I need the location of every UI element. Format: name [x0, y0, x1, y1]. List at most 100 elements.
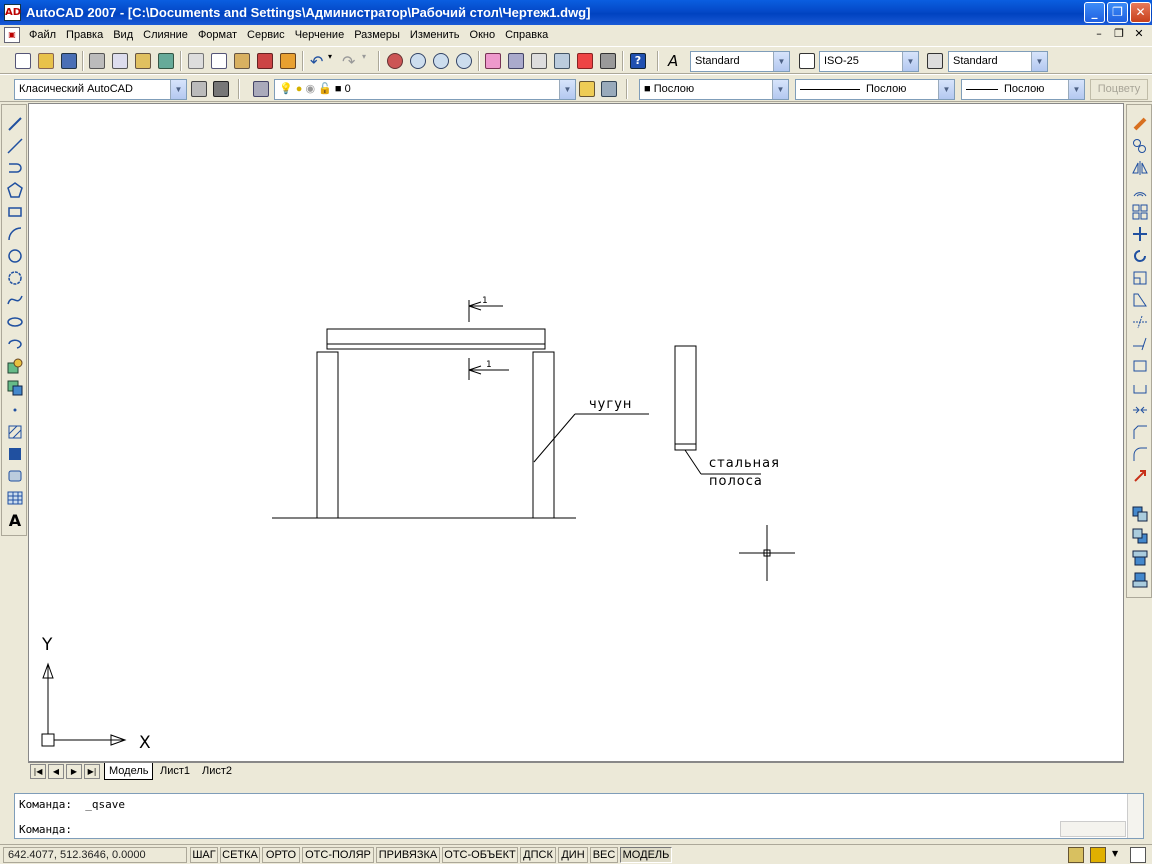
command-window[interactable]: Команда: _qsave Команда: — [14, 793, 1144, 839]
close-button[interactable]: ✕ — [1130, 2, 1151, 23]
construction-line-icon[interactable] — [6, 137, 24, 155]
menu-modify[interactable]: Изменить — [405, 29, 465, 41]
document-icon[interactable]: ▣ — [4, 27, 20, 43]
open-file-icon[interactable] — [37, 52, 55, 70]
break-at-point-icon[interactable] — [1131, 357, 1149, 375]
design-center-icon[interactable] — [507, 52, 525, 70]
revision-cloud-icon[interactable] — [6, 269, 24, 287]
text-style-select[interactable]: Standard ▼ — [690, 51, 790, 72]
trim-icon[interactable] — [1131, 313, 1149, 331]
menu-edit[interactable]: Правка — [61, 29, 108, 41]
doc-minimize-button[interactable]: – — [1092, 27, 1106, 40]
3d-dwf-icon[interactable] — [157, 52, 175, 70]
point-icon[interactable] — [6, 401, 24, 419]
menu-file[interactable]: Файл — [24, 29, 61, 41]
autocad-app-icon[interactable]: AD — [4, 4, 21, 21]
save-icon[interactable] — [60, 52, 78, 70]
insert-block-icon[interactable] — [6, 357, 24, 375]
array-icon[interactable] — [1131, 203, 1149, 221]
mirror-icon[interactable] — [1131, 159, 1149, 177]
publish-icon[interactable] — [134, 52, 152, 70]
make-object-layer-current-icon[interactable] — [578, 80, 596, 98]
tool-palettes-icon[interactable] — [530, 52, 548, 70]
move-icon[interactable] — [1131, 225, 1149, 243]
menu-format[interactable]: Формат — [193, 29, 242, 41]
tab-model[interactable]: Модель — [104, 763, 154, 780]
send-to-back-icon[interactable] — [1131, 527, 1149, 545]
otrack-toggle[interactable]: ОТС-ОБЪЕКТ — [442, 847, 518, 863]
polyline-icon[interactable] — [6, 159, 24, 177]
layer-properties-icon[interactable] — [252, 80, 270, 98]
dimension-style-select[interactable]: ISO-25 ▼ — [819, 51, 919, 72]
join-icon[interactable] — [1131, 401, 1149, 419]
table-icon[interactable] — [6, 489, 24, 507]
ellipse-arc-icon[interactable] — [6, 335, 24, 353]
my-workspace-icon[interactable] — [212, 80, 230, 98]
snap-toggle[interactable]: ШАГ — [190, 847, 218, 863]
next-tab-button[interactable]: ▶ — [66, 764, 82, 779]
scale-icon[interactable] — [1131, 269, 1149, 287]
menu-dimension[interactable]: Размеры — [349, 29, 405, 41]
menu-merge[interactable]: Слияние — [138, 29, 193, 41]
ellipse-icon[interactable] — [6, 313, 24, 331]
menu-help[interactable]: Справка — [500, 29, 553, 41]
match-properties-icon[interactable] — [256, 52, 274, 70]
command-scrollbar[interactable] — [1127, 794, 1143, 838]
chamfer-icon[interactable] — [1131, 423, 1149, 441]
prev-tab-button[interactable]: ◀ — [48, 764, 64, 779]
make-block-icon[interactable] — [6, 379, 24, 397]
multiline-text-icon[interactable]: A — [6, 511, 24, 530]
ortho-toggle[interactable]: ОРТО — [262, 847, 300, 863]
layer-previous-icon[interactable] — [600, 80, 618, 98]
dyn-toggle[interactable]: ДИН — [558, 847, 588, 863]
circle-icon[interactable] — [6, 247, 24, 265]
menu-window[interactable]: Окно — [465, 29, 501, 41]
properties-icon[interactable] — [484, 52, 502, 70]
polar-toggle[interactable]: ОТС-ПОЛЯР — [302, 847, 374, 863]
zoom-previous-icon[interactable] — [455, 52, 473, 70]
region-icon[interactable] — [6, 467, 24, 485]
fillet-icon[interactable] — [1131, 445, 1149, 463]
paste-icon[interactable] — [233, 52, 251, 70]
undo-icon[interactable]: ↶ — [310, 52, 328, 71]
line-icon[interactable] — [6, 115, 24, 133]
redo-icon[interactable]: ↷ — [342, 52, 360, 71]
command-prompt[interactable]: Команда: — [19, 823, 72, 836]
stretch-icon[interactable] — [1131, 291, 1149, 309]
drawing-canvas[interactable]: 1 1 чугун стальная полоса Y X — [28, 103, 1124, 762]
dimension-style-icon[interactable] — [798, 52, 816, 70]
ducs-toggle[interactable]: ДПСК — [520, 847, 556, 863]
copy-object-icon[interactable] — [1131, 137, 1149, 155]
clean-screen-icon[interactable] — [1130, 847, 1146, 863]
status-menu-chevron-icon[interactable]: ▼ — [1112, 849, 1118, 858]
last-tab-button[interactable]: ▶| — [84, 764, 100, 779]
workspace-settings-icon[interactable] — [190, 80, 208, 98]
rectangle-icon[interactable] — [6, 203, 24, 221]
zoom-realtime-icon[interactable] — [409, 52, 427, 70]
help-icon[interactable]: ? — [629, 52, 647, 70]
text-style-icon[interactable]: A — [668, 52, 686, 70]
doc-close-button[interactable]: ✕ — [1132, 27, 1146, 40]
lineweight-toggle[interactable]: ВЕС — [590, 847, 618, 863]
maximize-button[interactable]: ❐ — [1107, 2, 1128, 23]
erase-icon[interactable] — [1131, 115, 1149, 133]
osnap-toggle[interactable]: ПРИВЯЗКА — [376, 847, 440, 863]
markup-set-manager-icon[interactable] — [576, 52, 594, 70]
coordinates-readout[interactable]: 642.4077, 512.3646, 0.0000 — [3, 847, 187, 863]
rotate-icon[interactable] — [1131, 247, 1149, 265]
block-editor-icon[interactable] — [279, 52, 297, 70]
tab-sheet1[interactable]: Лист1 — [156, 763, 194, 780]
sheet-set-manager-icon[interactable] — [553, 52, 571, 70]
menu-tools[interactable]: Сервис — [242, 29, 290, 41]
first-tab-button[interactable]: |◀ — [30, 764, 46, 779]
calculator-icon[interactable] — [599, 52, 617, 70]
send-under-objects-icon[interactable] — [1131, 571, 1149, 589]
zoom-window-icon[interactable] — [432, 52, 450, 70]
table-style-select[interactable]: Standard ▼ — [948, 51, 1048, 72]
bring-above-objects-icon[interactable] — [1131, 549, 1149, 567]
pan-icon[interactable] — [386, 52, 404, 70]
plot-icon[interactable] — [88, 52, 106, 70]
offset-icon[interactable] — [1131, 181, 1149, 199]
lineweight-control-select[interactable]: Послою ▼ — [961, 79, 1085, 100]
extend-icon[interactable] — [1131, 335, 1149, 353]
